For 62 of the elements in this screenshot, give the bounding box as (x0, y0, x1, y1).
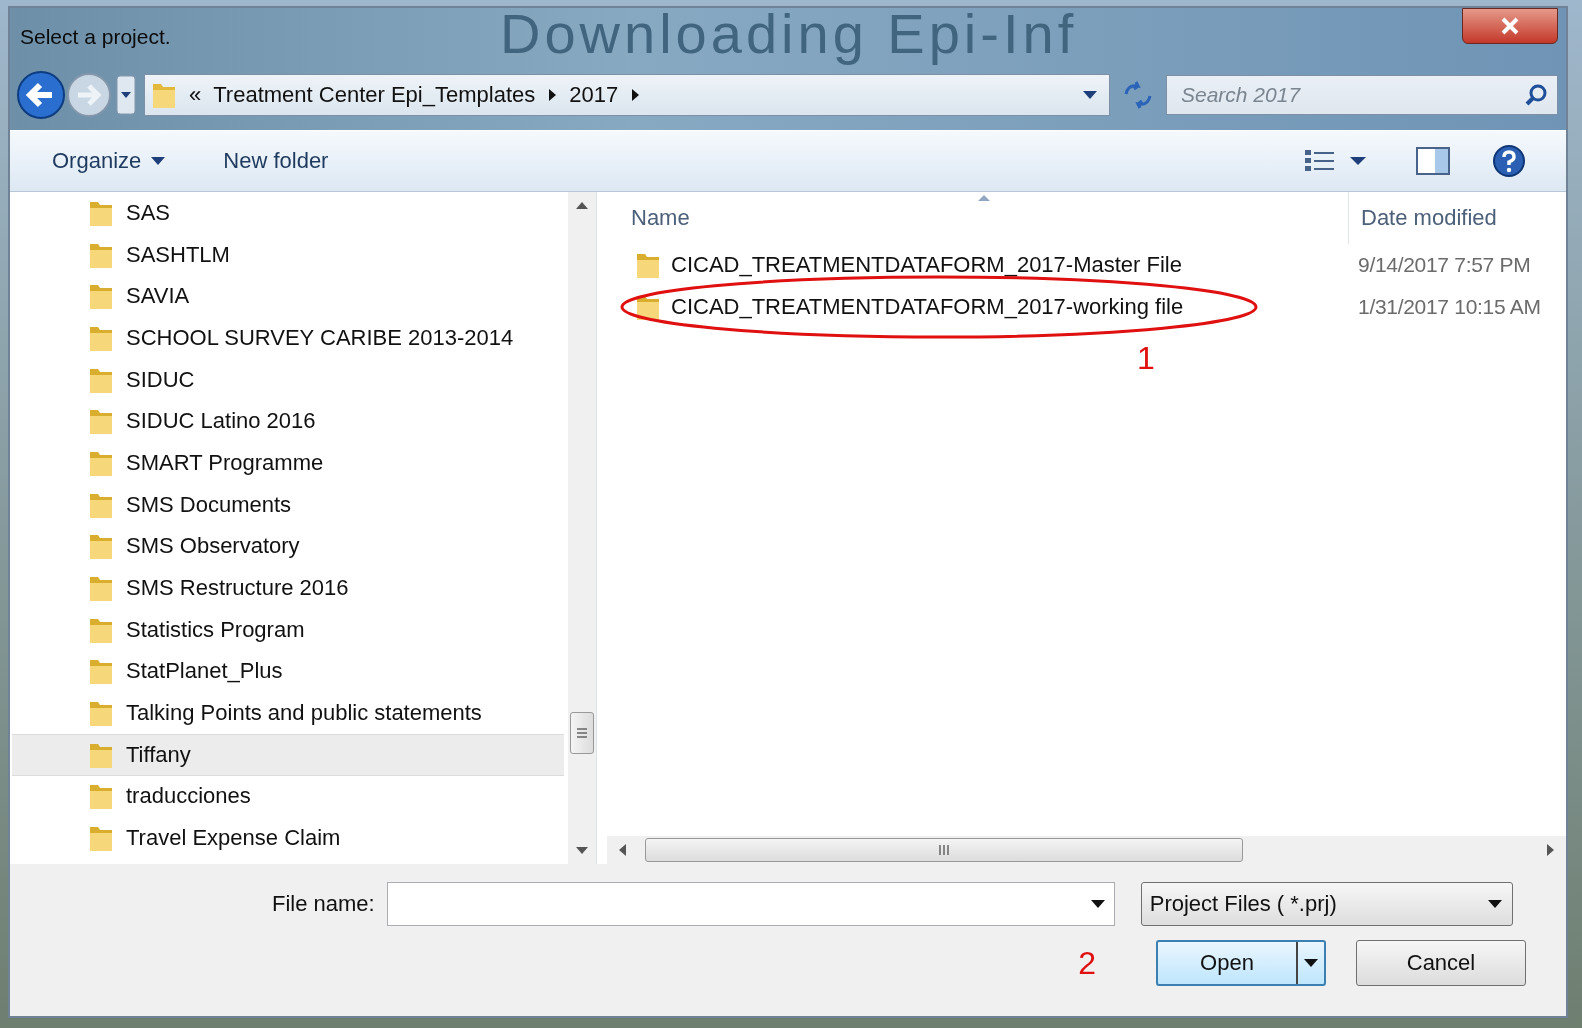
dropdown-caret-icon[interactable] (1083, 90, 1097, 100)
date-cell-text: 9/14/2017 7:57 PM (1357, 253, 1532, 277)
column-header[interactable]: Date modified (1348, 192, 1566, 244)
folder-tree-item[interactable]: traducciones (12, 775, 564, 818)
column-header[interactable]: Name (607, 205, 1348, 231)
grip-icon[interactable] (937, 844, 951, 856)
overflow-mark[interactable]: « (189, 82, 202, 108)
up-arrow-icon[interactable] (575, 200, 589, 210)
help-icon[interactable] (1492, 144, 1526, 178)
down-arrow-icon[interactable] (575, 846, 589, 856)
breadcrumb[interactable]: Treatment Center Epi_Templates (213, 82, 536, 108)
new-folder-button[interactable]: New folder (211, 142, 341, 180)
folder-tree-item[interactable]: Travel Expense Claim (12, 817, 564, 859)
search-icon (1524, 83, 1548, 107)
annotation-number: 1 (1137, 340, 1156, 377)
vertical-scrollbar[interactable] (568, 192, 596, 864)
folder-tree-item[interactable]: Tiffany (12, 733, 564, 776)
file-list-item[interactable]: CICAD_TREATMENTDATAFORM_2017-Master File (607, 250, 1346, 280)
file-type-dropdown[interactable]: Project Files ( *.prj) (1140, 882, 1513, 926)
organize-button[interactable]: Organize (40, 142, 178, 180)
right-arrow-icon[interactable] (1546, 843, 1556, 857)
folder-tree-item[interactable]: SCHOOL SURVEY CARIBE 2013-2014 (12, 317, 564, 359)
folder-tree-item[interactable]: Statistics Program (12, 608, 564, 651)
open-button[interactable]: Open (1156, 940, 1326, 986)
address-bar[interactable]: « Treatment Center Epi_Templates 2017 (144, 74, 1110, 116)
chevron-icon[interactable] (630, 88, 641, 102)
preview-pane-icon[interactable] (1416, 147, 1450, 175)
dropdown-caret-icon[interactable] (1350, 156, 1366, 166)
cancel-button[interactable]: Cancel (1356, 940, 1526, 986)
close-icon (1499, 17, 1521, 35)
annotation-number: 2 (1078, 944, 1096, 982)
file-name-field[interactable] (386, 882, 1115, 926)
folder-tree-item[interactable]: Talking Points and public statements (12, 692, 564, 734)
grip-icon[interactable] (576, 726, 588, 740)
chevron-icon[interactable] (547, 88, 558, 102)
view-list-icon[interactable] (1304, 148, 1336, 174)
caret-icon (1487, 899, 1502, 909)
folder-tree-item[interactable]: StatPlanet_Plus (12, 650, 564, 693)
search-field[interactable]: Search 2017 (1166, 75, 1558, 115)
horizontal-scrollbar[interactable] (607, 836, 1566, 864)
caret-icon[interactable] (1090, 899, 1105, 909)
folder-tree-item[interactable]: SAVIA (12, 275, 564, 318)
folder-tree-item[interactable]: SMS Documents (12, 483, 564, 526)
date-cell-text: 1/31/2017 10:15 AM (1357, 295, 1542, 319)
window-title: Select a project. (20, 25, 171, 49)
folder-tree-item[interactable]: SIDUC (12, 358, 564, 401)
sort-caret-icon (977, 194, 991, 202)
file-list-item[interactable]: CICAD_TREATMENTDATAFORM_2017-working file (607, 292, 1346, 322)
caret-icon (151, 156, 166, 166)
folder-tree-item[interactable]: SASHTLM (12, 233, 564, 276)
folder-tree-item[interactable]: SIDUC Latino 2016 (12, 400, 564, 443)
close-button[interactable] (1462, 8, 1558, 44)
background-window-title: Downloading Epi-Inf (500, 8, 1078, 66)
folder-tree-item[interactable]: SMART Programme (12, 442, 564, 484)
caret-icon (1304, 958, 1318, 968)
folder-tree-item[interactable]: SMS Observatory (12, 525, 564, 568)
breadcrumb[interactable]: 2017 (569, 82, 619, 108)
file-name-label: File name: (272, 891, 375, 917)
folder-tree-item[interactable]: SMS Restructure 2016 (12, 567, 564, 609)
left-arrow-icon[interactable] (617, 843, 627, 857)
folder-tree-item[interactable]: SAS (12, 192, 564, 234)
history-dropdown-icon[interactable] (116, 75, 136, 115)
